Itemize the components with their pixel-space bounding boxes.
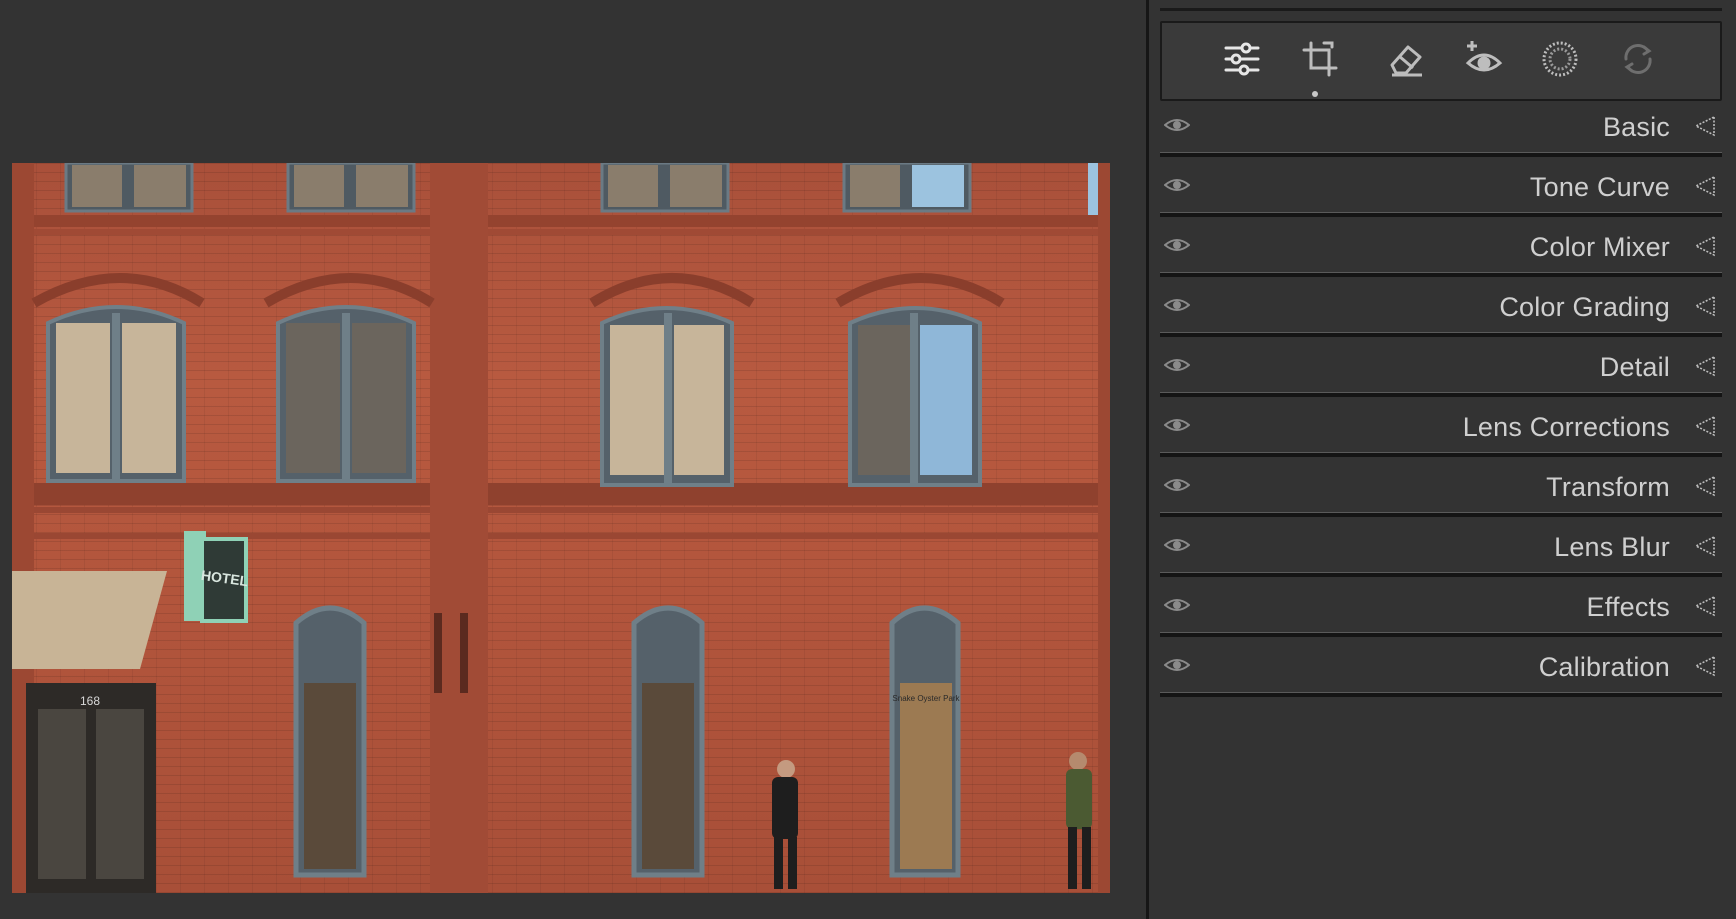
section-label: Tone Curve <box>1529 172 1670 202</box>
image-canvas[interactable]: 168 HOTEL Snake Oyster Park <box>0 0 1146 919</box>
visibility-eye-icon[interactable] <box>1164 356 1190 374</box>
section-color-mixer[interactable]: Color Mixer <box>1160 220 1722 277</box>
expand-triangle-icon[interactable] <box>1694 535 1716 557</box>
visibility-eye-icon[interactable] <box>1164 296 1190 314</box>
section-label: Lens Corrections <box>1462 412 1670 442</box>
section-detail[interactable]: Detail <box>1160 340 1722 397</box>
door-number: 168 <box>80 694 100 708</box>
edit-sliders-icon[interactable] <box>1220 37 1264 81</box>
red-eye-icon[interactable] <box>1462 37 1506 81</box>
tool-strip <box>1160 21 1722 101</box>
section-label: Color Mixer <box>1529 232 1670 262</box>
section-label: Effects <box>1586 592 1670 622</box>
window-sign-text: Snake Oyster Park <box>892 694 960 703</box>
photo-editor-window: 168 HOTEL Snake Oyster Park Basic Tone C… <box>0 0 1736 919</box>
section-transform[interactable]: Transform <box>1160 460 1722 517</box>
visibility-eye-icon[interactable] <box>1164 236 1190 254</box>
expand-triangle-icon[interactable] <box>1694 475 1716 497</box>
panel-top-bar <box>1160 0 1722 11</box>
expand-triangle-icon[interactable] <box>1694 355 1716 377</box>
visibility-eye-icon[interactable] <box>1164 416 1190 434</box>
section-label: Basic <box>1602 112 1670 142</box>
expand-triangle-icon[interactable] <box>1694 415 1716 437</box>
visibility-eye-icon[interactable] <box>1164 656 1190 674</box>
visibility-eye-icon[interactable] <box>1164 176 1190 194</box>
presets-icon[interactable] <box>1616 37 1660 81</box>
brick-building-photo: 168 HOTEL Snake Oyster Park <box>12 163 1110 893</box>
section-lens-blur[interactable]: Lens Blur <box>1160 520 1722 577</box>
crop-icon[interactable] <box>1298 37 1342 81</box>
active-tool-indicator <box>1312 91 1318 97</box>
section-label: Color Grading <box>1499 292 1670 322</box>
visibility-eye-icon[interactable] <box>1164 116 1190 134</box>
section-lens-corrections[interactable]: Lens Corrections <box>1160 400 1722 457</box>
section-calibration[interactable]: Calibration <box>1160 640 1722 697</box>
expand-triangle-icon[interactable] <box>1694 235 1716 257</box>
eraser-icon[interactable] <box>1384 37 1428 81</box>
develop-panel: Basic Tone Curve Color Mixer Color Gradi… <box>1149 0 1736 919</box>
visibility-eye-icon[interactable] <box>1164 476 1190 494</box>
section-tone-curve[interactable]: Tone Curve <box>1160 160 1722 217</box>
section-label: Transform <box>1546 472 1670 502</box>
visibility-eye-icon[interactable] <box>1164 536 1190 554</box>
expand-triangle-icon[interactable] <box>1694 115 1716 137</box>
section-label: Detail <box>1599 352 1670 382</box>
masking-icon[interactable] <box>1538 37 1582 81</box>
expand-triangle-icon[interactable] <box>1694 295 1716 317</box>
expand-triangle-icon[interactable] <box>1694 595 1716 617</box>
section-label: Lens Blur <box>1554 532 1670 562</box>
visibility-eye-icon[interactable] <box>1164 596 1190 614</box>
section-color-grading[interactable]: Color Grading <box>1160 280 1722 337</box>
section-effects[interactable]: Effects <box>1160 580 1722 637</box>
section-basic[interactable]: Basic <box>1160 100 1722 157</box>
expand-triangle-icon[interactable] <box>1694 655 1716 677</box>
photo-preview[interactable]: 168 HOTEL Snake Oyster Park <box>12 163 1110 893</box>
section-label: Calibration <box>1538 652 1670 682</box>
expand-triangle-icon[interactable] <box>1694 175 1716 197</box>
